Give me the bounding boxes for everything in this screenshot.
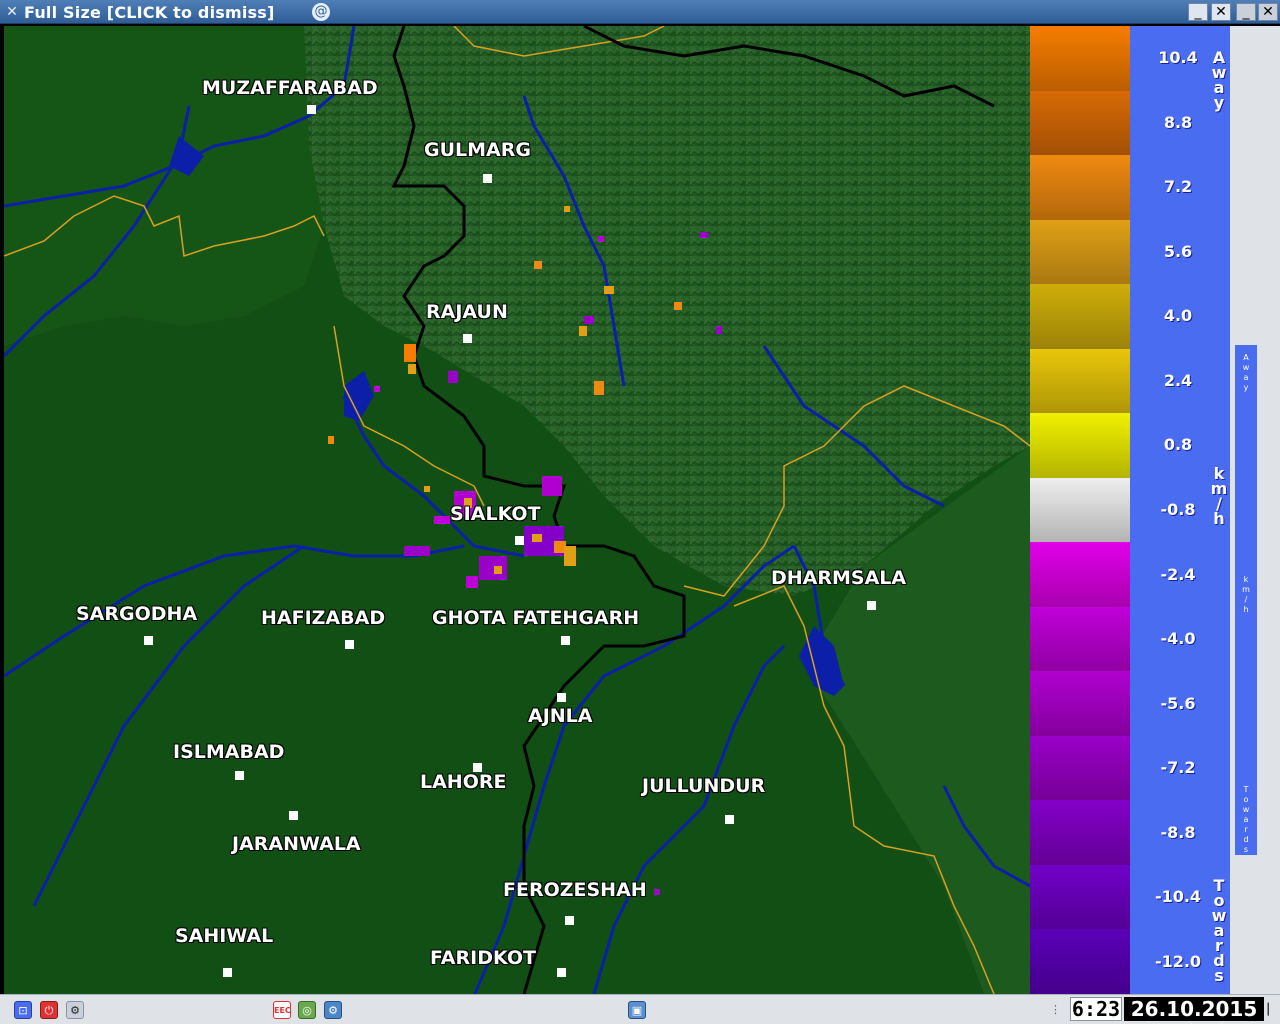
legend-swatch xyxy=(1030,864,1130,930)
mini-legend: Away k m / h Towards xyxy=(1235,345,1257,855)
city-marker-gulmarg[interactable] xyxy=(483,174,492,183)
city-label-gulmarg: GULMARG xyxy=(424,139,531,161)
window-title[interactable]: Full Size [CLICK to dismiss] xyxy=(24,3,275,22)
legend-value: -8.8 xyxy=(1160,822,1196,842)
city-marker-islmabad[interactable] xyxy=(235,771,244,780)
legend-towards-label: Towards xyxy=(1211,876,1227,985)
close-button[interactable]: ✕ xyxy=(1211,3,1231,21)
city-label-sialkot: SIALKOT xyxy=(450,503,541,525)
legend-value: 0.8 xyxy=(1163,435,1193,455)
velocity-color-legend: 10.4 8.8 7.2 5.6 4.0 2.4 0.8 -0.8 -2.4 -4.0 -5.6 -7… xyxy=(1030,26,1230,995)
city-label-jaranwala: JARANWALA xyxy=(232,833,361,855)
city-label-hafizabad: HAFIZABAD xyxy=(261,607,386,629)
legend-value: 4.0 xyxy=(1163,306,1193,326)
taskbar: ⊡ ⏻ ⚙ EEC ◎ ⚙ ▣ ⋮ 6:23 26.10.2015 ▏ xyxy=(0,994,1280,1024)
legend-swatch xyxy=(1030,671,1130,737)
city-label-sahiwal: SAHIWAL xyxy=(175,925,274,947)
legend-swatch xyxy=(1030,542,1130,608)
city-marker-ferozeshah[interactable] xyxy=(565,916,574,925)
city-marker-muzaffarabad[interactable] xyxy=(307,105,316,114)
legend-unit-label: k m / h xyxy=(1210,464,1228,528)
power-icon[interactable]: ⏻ xyxy=(40,1001,58,1019)
city-marker-lahore[interactable] xyxy=(473,763,482,772)
radar-app-icon[interactable]: EEC xyxy=(273,1001,291,1019)
scroll-indicator-icon: ⋮ xyxy=(1050,1003,1061,1016)
date-display: 26.10.2015 xyxy=(1124,997,1264,1021)
legend-swatch xyxy=(1030,26,1130,91)
legend-swatch xyxy=(1030,219,1130,285)
city-marker-faridkot[interactable] xyxy=(557,968,566,977)
legend-value: -5.6 xyxy=(1160,693,1196,713)
settings-app-icon[interactable]: ⚙ xyxy=(324,1001,342,1019)
legend-value: -7.2 xyxy=(1160,758,1196,778)
city-marker-hafizabad[interactable] xyxy=(345,640,354,649)
legend-value: -10.4 xyxy=(1154,887,1202,907)
legend-swatch xyxy=(1030,284,1130,350)
network-app-icon[interactable]: ◎ xyxy=(298,1001,316,1019)
city-label-dharmsala: DHARMSALA xyxy=(771,567,907,589)
legend-value: -2.4 xyxy=(1160,564,1196,584)
legend-value: 8.8 xyxy=(1163,112,1193,132)
app-swirl-icon: @ xyxy=(312,3,330,21)
legend-swatch xyxy=(1030,348,1130,414)
mini-legend-unit-label: k m / h xyxy=(1242,575,1250,614)
city-marker-sahiwal[interactable] xyxy=(223,968,232,977)
outer-close-button[interactable]: ✕ xyxy=(1258,3,1278,21)
clock: 6:23 xyxy=(1070,997,1122,1021)
city-marker-jullundur[interactable] xyxy=(725,815,734,824)
city-label-ferozeshah: FEROZESHAH xyxy=(503,879,647,901)
city-marker-ghota-fatehgarh[interactable] xyxy=(561,636,570,645)
legend-swatch xyxy=(1030,735,1130,801)
outer-minimize-button[interactable]: _ xyxy=(1236,3,1256,21)
city-label-lahore: LAHORE xyxy=(420,771,507,793)
legend-value: 2.4 xyxy=(1163,370,1193,390)
city-marker-jaranwala[interactable] xyxy=(289,811,298,820)
city-marker-sialkot[interactable] xyxy=(515,536,524,545)
legend-value: -0.8 xyxy=(1160,500,1196,519)
city-marker-dharmsala[interactable] xyxy=(867,601,876,610)
city-label-ghota-fatehgarh: GHOTA FATEHGARH xyxy=(432,607,640,629)
legend-swatch xyxy=(1030,606,1130,672)
city-label-rajaun: RAJAUN xyxy=(426,301,508,323)
config-icon[interactable]: ⚙ xyxy=(66,1001,84,1019)
legend-swatch xyxy=(1030,800,1130,866)
legend-swatch xyxy=(1030,155,1130,221)
legend-away-label: Away xyxy=(1211,48,1227,112)
legend-value: 10.4 xyxy=(1158,48,1198,68)
legend-swatch xyxy=(1030,90,1130,156)
legend-value: -4.0 xyxy=(1160,629,1196,649)
city-label-islmabad: ISLMABAD xyxy=(173,741,285,763)
window-title-bar[interactable]: ✕ Full Size [CLICK to dismiss] @ _ ✕ _ ✕ xyxy=(0,0,1280,24)
minimize-button[interactable]: _ xyxy=(1188,3,1208,21)
city-marker-ajnla[interactable] xyxy=(557,693,566,702)
mini-legend-towards-label: Towards xyxy=(1242,785,1250,854)
window-menu-icon[interactable]: ✕ xyxy=(4,4,20,20)
legend-swatch xyxy=(1030,929,1130,995)
legend-swatch xyxy=(1030,413,1130,479)
legend-swatch xyxy=(1030,477,1130,543)
city-label-faridkot: FARIDKOT xyxy=(430,947,536,969)
city-label-ajnla: AJNLA xyxy=(528,705,593,727)
city-marker-rajaun[interactable] xyxy=(463,334,472,343)
city-label-jullundur: JULLUNDUR xyxy=(642,775,766,797)
city-label-muzaffarabad: MUZAFFARABAD xyxy=(202,77,378,99)
radar-map[interactable]: MUZAFFARABAD GULMARG RAJAUN SIALKOT SARG… xyxy=(4,26,1030,994)
mini-legend-away-label: Away xyxy=(1242,353,1250,392)
taskbar-edge-icon: ▏ xyxy=(1267,1003,1277,1016)
legend-value: -12.0 xyxy=(1154,951,1202,971)
lock-icon[interactable]: ⊡ xyxy=(14,1001,32,1019)
city-label-sargodha: SARGODHA xyxy=(76,603,198,625)
display-app-icon[interactable]: ▣ xyxy=(628,1001,646,1019)
legend-value: 7.2 xyxy=(1163,177,1193,197)
city-marker-sargodha[interactable] xyxy=(144,636,153,645)
legend-value: 5.6 xyxy=(1163,241,1193,261)
